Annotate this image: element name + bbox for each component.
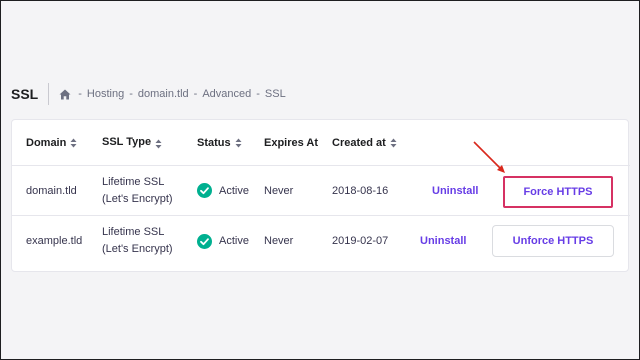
breadcrumb-item-domain[interactable]: domain.tld [138, 88, 189, 100]
column-label: SSL Type [102, 136, 152, 148]
table-row: example.tld Lifetime SSL (Let's Encrypt)… [12, 216, 630, 266]
created-cell: 2018-08-16 [332, 184, 389, 197]
column-header-domain[interactable]: Domain [26, 120, 77, 165]
ssl-type-cell: Lifetime SSL (Let's Encrypt) [102, 216, 173, 266]
status-cell: Active [197, 216, 249, 266]
ssl-type-cell: Lifetime SSL (Let's Encrypt) [102, 166, 173, 215]
title-divider [48, 83, 50, 105]
status-text: Active [219, 235, 249, 247]
home-icon[interactable] [59, 89, 71, 100]
column-header-ssl-type[interactable]: SSL Type [102, 120, 162, 165]
domain-cell: example.tld [26, 235, 83, 247]
uninstall-button[interactable]: Uninstall [420, 235, 466, 247]
table-header: Domain SSL Type Status Expires At Create… [12, 120, 630, 166]
column-label: Domain [26, 136, 67, 149]
breadcrumb-item-hosting[interactable]: Hosting [87, 88, 124, 100]
column-header-created-at[interactable]: Created at [332, 120, 397, 165]
ssl-type-name: Lifetime SSL [102, 226, 165, 238]
sort-icon[interactable] [390, 138, 397, 148]
ssl-type-issuer: (Let's Encrypt) [102, 243, 173, 255]
table-row: domain.tld Lifetime SSL (Let's Encrypt) … [12, 166, 630, 216]
expires-cell: Never [264, 235, 294, 247]
ssl-type-name: Lifetime SSL [102, 175, 165, 188]
breadcrumb-separator: - [129, 88, 133, 100]
breadcrumb-item-ssl: SSL [264, 88, 286, 100]
check-circle-icon [197, 233, 212, 249]
sort-icon[interactable] [235, 138, 242, 148]
ssl-table-card: Domain SSL Type Status Expires At Create… [11, 119, 630, 272]
unforce-https-button[interactable]: Unforce HTTPS [492, 225, 614, 257]
breadcrumb-separator: - [256, 88, 260, 100]
column-label: Status [197, 136, 231, 149]
sort-icon[interactable] [155, 138, 162, 148]
page-title: SSL [11, 86, 39, 102]
check-circle-icon [197, 183, 212, 198]
breadcrumb-separator: - [193, 88, 198, 100]
breadcrumb: - Hosting - domain.tld - Advanced - SSL [59, 88, 286, 100]
ssl-type-issuer: (Let's Encrypt) [102, 192, 173, 205]
breadcrumb-item-advanced[interactable]: Advanced [202, 88, 251, 100]
page-header: SSL - Hosting - domain.tld - Advanced - … [11, 82, 286, 106]
column-header-expires-at: Expires At [264, 120, 318, 165]
created-cell: 2019-02-07 [332, 235, 389, 247]
domain-cell: domain.tld [26, 184, 77, 197]
column-label: Created at [332, 136, 386, 149]
force-https-button[interactable]: Force HTTPS [503, 176, 613, 208]
sort-icon[interactable] [70, 138, 77, 148]
uninstall-button[interactable]: Uninstall [432, 185, 478, 197]
breadcrumb-separator: - [78, 88, 82, 100]
status-text: Active [219, 184, 249, 197]
column-header-status[interactable]: Status [197, 120, 242, 165]
column-label: Expires At [264, 136, 319, 149]
expires-cell: Never [264, 184, 294, 197]
status-cell: Active [197, 166, 249, 215]
